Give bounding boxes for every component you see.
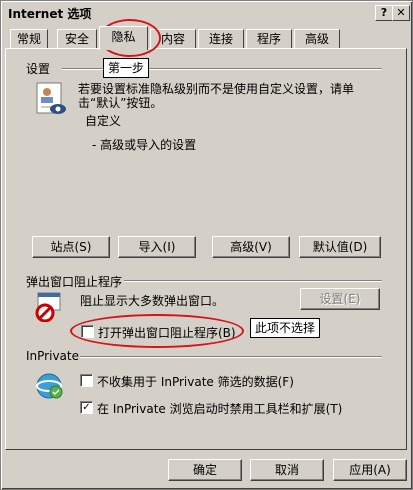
- popup-divider: [124, 280, 382, 282]
- window-title: Internet 选项: [8, 7, 92, 21]
- close-button[interactable]: ✕: [392, 5, 410, 21]
- privacy-page-icon: [36, 82, 66, 114]
- inprivate-section-label: InPrivate: [26, 349, 79, 363]
- settings-description-line2: 击“默认”按钮。: [78, 96, 163, 110]
- inprivate-divider: [80, 356, 382, 358]
- tab-general[interactable]: 常规: [10, 29, 48, 49]
- privacy-level-detail: - 高级或导入的设置: [92, 138, 197, 152]
- popup-description: 阻止显示大多数弹出窗口。: [80, 294, 225, 308]
- tab-programs[interactable]: 程序: [246, 29, 292, 49]
- not-select-callout: 此项不选择: [250, 318, 321, 338]
- popup-checkbox-highlight-ring: [70, 314, 244, 348]
- sites-button[interactable]: 站点(S): [32, 236, 110, 258]
- privacy-level: 自定义: [85, 114, 122, 128]
- step1-callout: 第一步: [103, 58, 150, 78]
- inprivate-filtering-checkbox[interactable]: [80, 374, 93, 387]
- default-button[interactable]: 默认值(D): [299, 236, 381, 258]
- popup-blocker-icon: [35, 292, 61, 322]
- title-bar: Internet 选项 ? ✕: [4, 4, 410, 22]
- inprivate-disable-toolbars-checkbox[interactable]: ✓: [80, 401, 93, 414]
- advanced-button[interactable]: 高级(V): [212, 236, 290, 258]
- tab-advanced[interactable]: 高级: [294, 29, 340, 49]
- inprivate-icon: [36, 373, 63, 399]
- popup-section-label: 弹出窗口阻止程序: [26, 275, 123, 289]
- help-button[interactable]: ?: [375, 5, 393, 21]
- tab-connections[interactable]: 连接: [198, 29, 244, 49]
- tab-privacy[interactable]: 隐私: [99, 26, 148, 50]
- inprivate-disable-toolbars-label[interactable]: 在 InPrivate 浏览启动时禁用工具栏和扩展(T): [97, 400, 342, 417]
- import-button[interactable]: 导入(I): [118, 236, 196, 258]
- settings-section-label: 设置: [26, 62, 51, 76]
- inprivate-filtering-label[interactable]: 不收集用于 InPrivate 筛选的数据(F): [97, 373, 294, 390]
- cancel-button[interactable]: 取消: [250, 459, 324, 481]
- popup-settings-button[interactable]: 设置(E): [300, 288, 380, 310]
- ok-button[interactable]: 确定: [168, 459, 242, 481]
- apply-button[interactable]: 应用(A): [333, 459, 407, 481]
- tab-security[interactable]: 安全: [57, 29, 97, 49]
